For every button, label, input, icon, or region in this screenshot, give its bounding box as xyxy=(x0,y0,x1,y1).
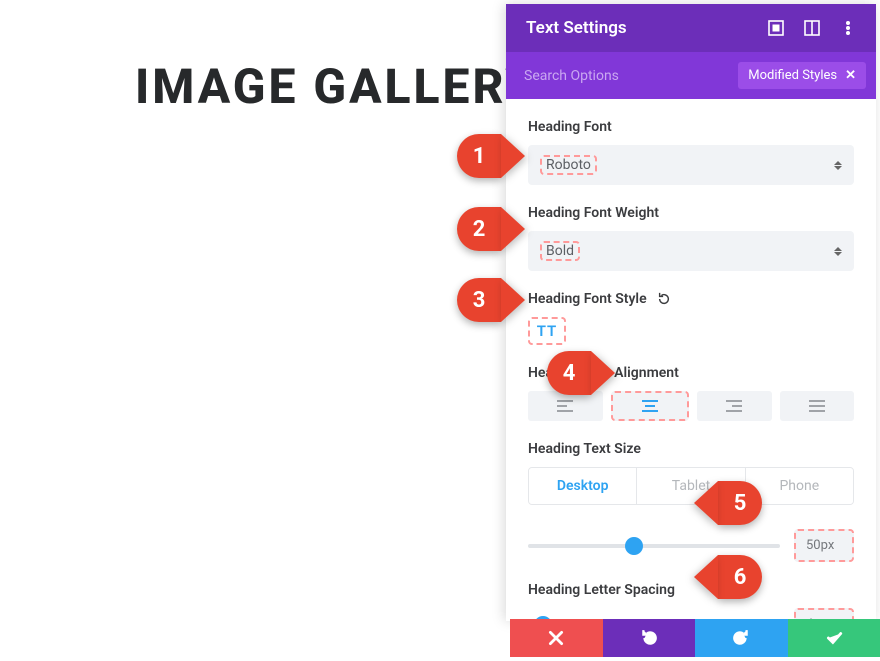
filter-tag[interactable]: Modified Styles ✕ xyxy=(738,62,866,89)
header-icons xyxy=(768,20,856,36)
align-left-button[interactable] xyxy=(528,391,603,421)
search-input[interactable] xyxy=(524,68,738,84)
slider-thumb[interactable] xyxy=(625,537,643,555)
align-right-button[interactable] xyxy=(697,391,772,421)
heading-weight-value: Bold xyxy=(540,241,580,261)
align-center-button[interactable] xyxy=(611,391,690,421)
callout-number: 6 xyxy=(718,555,762,599)
heading-font-value: Roboto xyxy=(540,155,597,175)
heading-style-label: Heading Font Style xyxy=(528,291,854,307)
size-slider[interactable] xyxy=(528,544,780,548)
chevron-updown-icon xyxy=(834,247,842,256)
heading-weight-field: Heading Font Weight Bold xyxy=(528,205,854,271)
reset-icon[interactable] xyxy=(657,292,671,306)
callout-number: 3 xyxy=(457,278,501,322)
size-slider-row: 50px xyxy=(528,529,854,562)
columns-icon[interactable] xyxy=(804,20,820,36)
heading-size-label: Heading Text Size xyxy=(528,441,854,457)
callout-number: 1 xyxy=(457,134,501,178)
heading-weight-select[interactable]: Bold xyxy=(528,231,854,271)
page-title: IMAGE GALLERY xyxy=(135,58,538,115)
callout-4: 4 xyxy=(547,351,615,395)
heading-style-label-text: Heading Font Style xyxy=(528,291,647,307)
cancel-button[interactable] xyxy=(510,619,603,657)
align-button-row xyxy=(528,391,854,421)
undo-button[interactable] xyxy=(603,619,696,657)
callout-1: 1 xyxy=(457,134,525,178)
heading-font-field: Heading Font Roboto xyxy=(528,119,854,185)
tab-desktop[interactable]: Desktop xyxy=(529,468,636,504)
callout-5: 5 xyxy=(694,481,762,525)
heading-size-field: Heading Text Size Desktop Tablet Phone 5… xyxy=(528,441,854,562)
close-icon[interactable]: ✕ xyxy=(845,68,856,83)
heading-spacing-label: Heading Letter Spacing xyxy=(528,582,854,598)
heading-spacing-field: Heading Letter Spacing 4px xyxy=(528,582,854,621)
more-icon[interactable] xyxy=(840,20,856,36)
panel-header: Text Settings xyxy=(506,4,876,52)
callout-6: 6 xyxy=(694,555,762,599)
heading-font-select[interactable]: Roboto xyxy=(528,145,854,185)
callout-3: 3 xyxy=(457,278,525,322)
callout-number: 5 xyxy=(718,481,762,525)
filter-tag-label: Modified Styles xyxy=(748,68,837,83)
heading-style-field: Heading Font Style TT xyxy=(528,291,854,345)
chevron-updown-icon xyxy=(834,161,842,170)
callout-number: 4 xyxy=(547,351,591,395)
heading-weight-label: Heading Font Weight xyxy=(528,205,854,221)
search-bar: Modified Styles ✕ xyxy=(506,52,876,99)
footer-bar xyxy=(510,619,880,657)
redo-button[interactable] xyxy=(695,619,788,657)
expand-icon[interactable] xyxy=(768,20,784,36)
callout-2: 2 xyxy=(457,207,525,251)
heading-font-label: Heading Font xyxy=(528,119,854,135)
callout-number: 2 xyxy=(457,207,501,251)
panel-title: Text Settings xyxy=(526,18,627,38)
uppercase-button[interactable]: TT xyxy=(528,317,566,345)
settings-panel: Text Settings Modified Styles ✕ Heading … xyxy=(506,4,876,621)
save-button[interactable] xyxy=(788,619,880,657)
align-justify-button[interactable] xyxy=(780,391,855,421)
size-value-input[interactable]: 50px xyxy=(794,529,854,562)
device-tabs: Desktop Tablet Phone xyxy=(528,467,854,505)
